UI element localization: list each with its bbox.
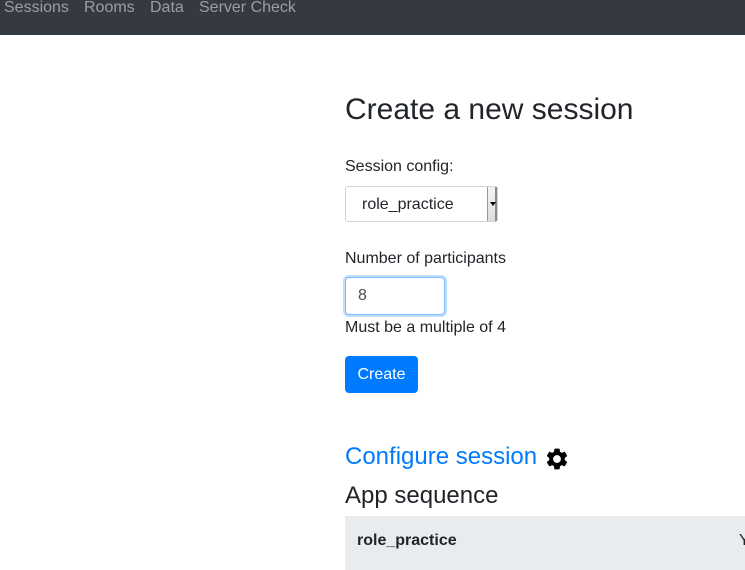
nav-link-rooms[interactable]: Rooms: [84, 0, 135, 18]
chevron-down-icon[interactable]: [487, 187, 497, 221]
gear-icon[interactable]: [544, 446, 570, 472]
configure-session-link[interactable]: Configure session: [345, 442, 537, 472]
top-navbar: Sessions Rooms Data Server Check: [0, 0, 745, 35]
participants-input[interactable]: [345, 277, 445, 315]
app-sequence-app-name: role_practice: [357, 532, 457, 549]
session-config-selected-value: role_practice: [362, 196, 454, 213]
create-button[interactable]: Create: [345, 356, 418, 393]
page-title: Create a new session: [345, 93, 634, 126]
nav-link-server-check[interactable]: Server Check: [199, 0, 296, 18]
participants-help-text: Must be a multiple of 4: [345, 319, 506, 336]
app-sequence-table: role_practice Y: [345, 516, 745, 570]
app-sequence-title: App sequence: [345, 482, 499, 509]
session-config-select[interactable]: role_practice: [345, 186, 498, 222]
app-sequence-truncated-cell: Y: [739, 532, 745, 549]
participants-label: Number of participants: [345, 250, 506, 267]
nav-link-data[interactable]: Data: [150, 0, 184, 18]
session-config-label: Session config:: [345, 158, 454, 175]
nav-link-sessions[interactable]: Sessions: [4, 0, 69, 18]
